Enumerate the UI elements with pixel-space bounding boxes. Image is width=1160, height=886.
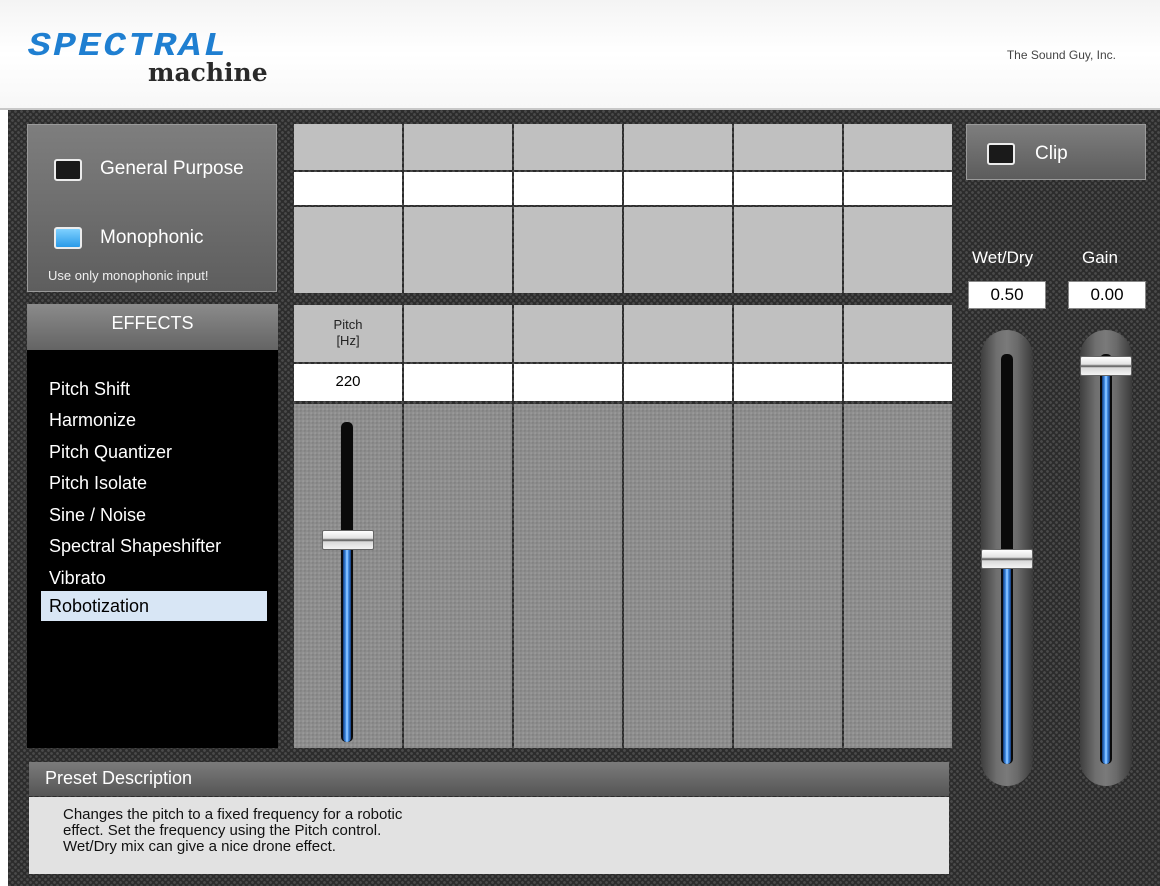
effect-item-harmonize[interactable]: Harmonize <box>41 405 267 435</box>
grid-cell <box>404 124 512 170</box>
grid-cell <box>294 124 402 170</box>
param-name-cell <box>734 305 842 362</box>
param-name-cell <box>514 305 622 362</box>
effect-item-robotization[interactable]: Robotization <box>41 591 267 621</box>
gain-slider-fill <box>1102 366 1110 764</box>
grid-cell <box>844 207 952 293</box>
logo-subtitle: machine <box>148 58 268 87</box>
monophonic-label: Monophonic <box>100 227 204 248</box>
monophonic-note: Use only monophonic input! <box>48 268 209 283</box>
grid-cell <box>294 207 402 293</box>
pitch-value-field[interactable]: 220 <box>294 364 402 401</box>
slider-column <box>404 404 512 748</box>
grid-cell <box>404 207 512 293</box>
clip-label: Clip <box>1035 143 1068 164</box>
slider-column <box>514 404 622 748</box>
slider-column <box>734 404 842 748</box>
param-name-cell <box>404 305 512 362</box>
grid-value-cell[interactable] <box>294 172 402 205</box>
wet-dry-value[interactable]: 0.50 <box>968 281 1046 309</box>
param-name-cell <box>844 305 952 362</box>
general-purpose-label: General Purpose <box>100 158 244 179</box>
effect-item-pitch-quantizer[interactable]: Pitch Quantizer <box>41 437 267 467</box>
effect-item-vibrato[interactable]: Vibrato <box>41 563 267 593</box>
param-value-field[interactable] <box>514 364 622 401</box>
pitch-slider-fill <box>343 540 351 742</box>
monophonic-checkbox[interactable] <box>54 227 82 249</box>
gain-value[interactable]: 0.00 <box>1068 281 1146 309</box>
app-header: SPECTRAL machine The Sound Guy, Inc. <box>0 0 1160 110</box>
param-unit: [Hz] <box>336 333 360 348</box>
gain-slider-groove <box>1080 330 1132 786</box>
param-name-cell <box>624 305 732 362</box>
wet-dry-slider-fill <box>1003 559 1011 764</box>
pitch-slider-thumb[interactable] <box>322 530 374 551</box>
gain-label: Gain <box>1082 248 1118 267</box>
effect-item-pitch-isolate[interactable]: Pitch Isolate <box>41 468 267 498</box>
grid-cell <box>844 124 952 170</box>
wet-dry-slider-thumb[interactable] <box>981 549 1033 569</box>
grid-cell <box>624 207 732 293</box>
grid-cell <box>734 207 842 293</box>
clip-checkbox[interactable] <box>987 143 1015 165</box>
effects-header: EFFECTS <box>27 304 278 350</box>
effect-item-pitch-shift[interactable]: Pitch Shift <box>41 374 267 404</box>
wet-dry-slider-groove <box>981 330 1033 786</box>
param-value-field[interactable] <box>624 364 732 401</box>
grid-value-cell[interactable] <box>404 172 512 205</box>
grid-cell <box>514 124 622 170</box>
effects-list: Pitch Shift Harmonize Pitch Quantizer Pi… <box>27 350 278 748</box>
grid-value-cell[interactable] <box>844 172 952 205</box>
spectral-machine-logo: SPECTRAL machine <box>28 22 278 92</box>
slider-column <box>624 404 732 748</box>
effect-item-spectral-shapeshifter[interactable]: Spectral Shapeshifter <box>41 531 267 561</box>
general-purpose-checkbox[interactable] <box>54 159 82 181</box>
preset-description-text: Changes the pitch to a fixed frequency f… <box>29 797 949 874</box>
grid-cell <box>624 124 732 170</box>
gain-slider-thumb[interactable] <box>1080 356 1132 377</box>
grid-cell <box>514 207 622 293</box>
grid-cell <box>734 124 842 170</box>
param-name-cell: Pitch [Hz] <box>294 305 402 362</box>
pitch-slider-column <box>294 404 402 748</box>
param-value-field[interactable] <box>844 364 952 401</box>
grid-value-cell[interactable] <box>734 172 842 205</box>
param-value-field[interactable] <box>734 364 842 401</box>
slider-column <box>844 404 952 748</box>
clip-panel: Clip <box>966 124 1146 180</box>
param-name: Pitch <box>333 317 363 332</box>
preset-description-header: Preset Description <box>29 762 949 796</box>
effect-item-sine-noise[interactable]: Sine / Noise <box>41 500 267 530</box>
mode-panel: General Purpose Monophonic Use only mono… <box>27 124 277 292</box>
grid-value-cell[interactable] <box>624 172 732 205</box>
grid-value-cell[interactable] <box>514 172 622 205</box>
company-name: The Sound Guy, Inc. <box>1006 48 1116 62</box>
wet-dry-label: Wet/Dry <box>972 248 1034 267</box>
param-value-field[interactable] <box>404 364 512 401</box>
